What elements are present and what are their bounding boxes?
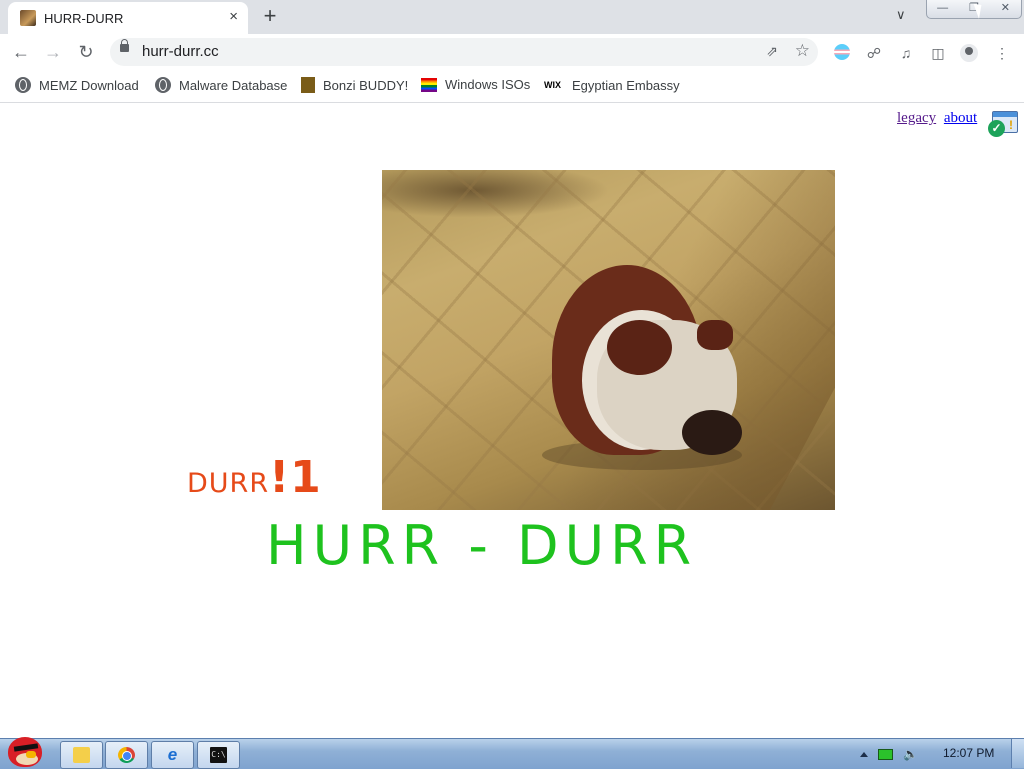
globe-icon — [15, 77, 31, 93]
media-control-icon[interactable]: ♫ — [897, 44, 915, 62]
site-favicon-icon — [20, 10, 36, 26]
folder-icon — [73, 747, 90, 763]
bookmark-label: Malware Database — [179, 77, 288, 93]
bookmark-egyptian-embassy[interactable]: WIX Egyptian Embassy — [544, 77, 680, 93]
start-button-angry-bird-icon[interactable] — [4, 731, 48, 769]
clock[interactable]: 12:07 PM — [943, 746, 994, 760]
bookmark-label: Bonzi BUDDY! — [323, 77, 409, 93]
taskbar-explorer-button[interactable] — [60, 741, 103, 769]
bookmark-label: Egyptian Embassy — [572, 77, 680, 93]
chrome-icon — [118, 747, 135, 763]
browser-toolbar: ← → ↻ hurr-durr.cc ⇗ ☆ ☍ ♫ ◫ ⋮ — [0, 34, 1024, 70]
show-desktop-button[interactable] — [1011, 739, 1024, 768]
new-tab-button[interactable]: + — [258, 3, 282, 29]
internet-explorer-icon: e — [167, 745, 178, 764]
verified-check-icon[interactable]: ✓ ! — [988, 111, 1018, 137]
extensions-puzzle-icon[interactable]: ☍ — [865, 44, 883, 62]
menu-kebab-icon[interactable]: ⋮ — [993, 44, 1011, 62]
durr-text: DURR!1 — [187, 452, 322, 503]
taskbar-ie-button[interactable]: e — [151, 741, 194, 769]
rainbow-flag-icon — [421, 77, 437, 92]
tray-expand-icon[interactable] — [860, 751, 868, 757]
minimize-icon[interactable]: — — [927, 0, 958, 18]
bookmark-label: MEMZ Download — [39, 77, 139, 93]
tab-title: HURR-DURR — [44, 11, 124, 26]
lock-icon[interactable] — [120, 39, 129, 52]
side-panel-icon[interactable]: ◫ — [929, 44, 947, 62]
system-tray: 🔈 — [860, 747, 918, 761]
profile-avatar-icon[interactable] — [960, 44, 978, 62]
share-icon[interactable]: ⇗ — [766, 43, 778, 60]
reload-icon[interactable]: ↻ — [75, 41, 97, 63]
bonzi-icon — [301, 77, 315, 93]
legacy-link[interactable]: legacy — [897, 110, 936, 126]
bulldog-video[interactable] — [382, 170, 835, 510]
address-bar[interactable]: hurr-durr.cc ⇗ ☆ — [110, 38, 818, 66]
durr-exclamation: !1 — [269, 452, 322, 503]
bookmark-star-icon[interactable]: ☆ — [795, 41, 810, 61]
bookmarks-bar: MEMZ Download Malware Database Bonzi BUD… — [0, 70, 1024, 103]
bookmark-bonzi-buddy[interactable]: Bonzi BUDDY! — [301, 77, 408, 93]
taskbar-chrome-button[interactable] — [105, 741, 148, 769]
back-arrow-icon[interactable]: ← — [10, 41, 32, 63]
about-link[interactable]: about — [944, 110, 977, 126]
globe-icon — [155, 77, 171, 93]
bookmark-memz[interactable]: MEMZ Download — [15, 77, 139, 93]
durr-word: DURR — [187, 468, 270, 499]
bookmark-label: Windows ISOs — [445, 77, 531, 92]
bookmark-malware-database[interactable]: Malware Database — [155, 77, 287, 93]
volume-icon[interactable]: 🔈 — [903, 747, 918, 761]
url-text[interactable]: hurr-durr.cc — [142, 43, 219, 60]
wix-icon: WIX — [544, 80, 561, 90]
taskbar: e C:\ 🔈 12:07 PM — [0, 737, 1024, 769]
battery-icon[interactable] — [878, 748, 893, 760]
top-links: legacy about — [897, 110, 981, 127]
tab-search-chevron-icon[interactable]: ∨ — [896, 7, 906, 23]
bookmark-windows-isos[interactable]: Windows ISOs — [421, 77, 530, 92]
tab-close-icon[interactable]: × — [229, 8, 238, 25]
forward-arrow-icon[interactable]: → — [42, 41, 64, 63]
tab-strip: HURR-DURR × + ∨ — ❐ ✕ — [0, 0, 1024, 34]
cmd-icon: C:\ — [210, 747, 227, 763]
taskbar-cmd-button[interactable]: C:\ — [197, 741, 240, 769]
browser-tab[interactable]: HURR-DURR × — [8, 2, 248, 34]
close-window-icon[interactable]: ✕ — [990, 0, 1021, 18]
headline: HURR - DURR — [266, 514, 698, 577]
extension-flag-icon[interactable] — [834, 44, 850, 60]
